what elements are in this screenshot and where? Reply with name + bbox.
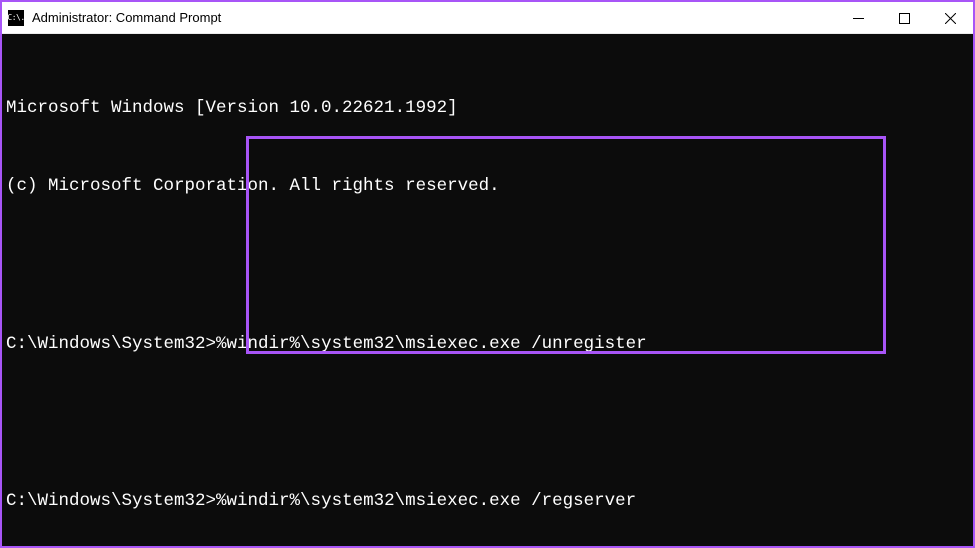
title-bar: C:\. Administrator: Command Prompt xyxy=(2,2,973,34)
maximize-icon xyxy=(899,13,910,24)
blank-line xyxy=(6,252,969,278)
command-line-2: C:\Windows\System32>%windir%\system32\ms… xyxy=(6,488,969,514)
maximize-button[interactable] xyxy=(881,2,927,34)
terminal-content: Microsoft Windows [Version 10.0.22621.19… xyxy=(6,42,969,546)
close-button[interactable] xyxy=(927,2,973,34)
minimize-button[interactable] xyxy=(835,2,881,34)
window-title: Administrator: Command Prompt xyxy=(32,10,835,25)
window-controls xyxy=(835,2,973,33)
command-line-1: C:\Windows\System32>%windir%\system32\ms… xyxy=(6,331,969,357)
header-line-2: (c) Microsoft Corporation. All rights re… xyxy=(6,173,969,199)
minimize-icon xyxy=(853,13,864,24)
terminal-area[interactable]: Microsoft Windows [Version 10.0.22621.19… xyxy=(2,34,973,546)
blank-line xyxy=(6,410,969,436)
close-icon xyxy=(945,13,956,24)
header-line-1: Microsoft Windows [Version 10.0.22621.19… xyxy=(6,95,969,121)
cmd-icon: C:\. xyxy=(8,10,24,26)
